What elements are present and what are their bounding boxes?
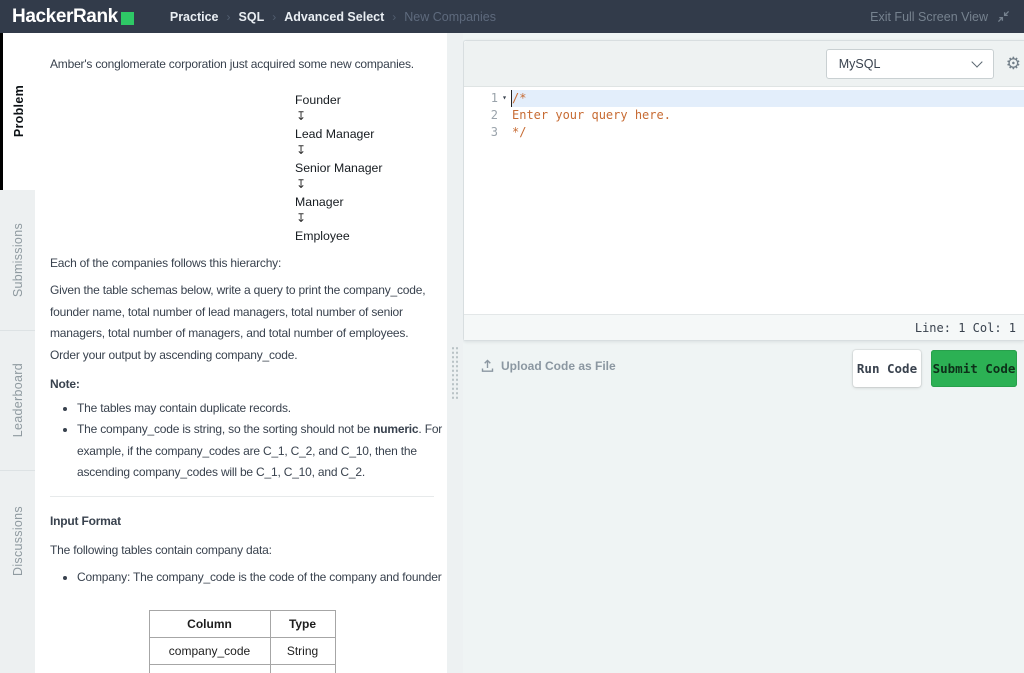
breadcrumb: Practice › SQL › Advanced Select › New C… [166, 10, 500, 24]
editor-status-bar: Line: 1 Col: 1 [464, 314, 1024, 340]
settings-gear-icon[interactable]: ⚙ [1006, 55, 1021, 72]
note-text: The tables may contain duplicate records… [77, 401, 291, 415]
hierarchy-level: Employee [295, 229, 434, 244]
tab-problem[interactable]: Problem [0, 33, 35, 190]
note-text: The company_code is string, so the sorti… [77, 419, 434, 441]
upload-icon [481, 359, 494, 373]
schema-table: Column Type company_code String founder … [149, 610, 336, 673]
hackerrank-logo[interactable]: HackerRank [12, 0, 134, 33]
breadcrumb-separator-icon: › [272, 10, 276, 24]
run-code-button[interactable]: Run Code [853, 350, 921, 387]
editor-toolbar: MySQL ⚙ [464, 41, 1024, 87]
down-arrow-icon: ↧ [296, 212, 434, 225]
fold-caret-spacer [498, 107, 511, 124]
down-arrow-icon: ↧ [296, 110, 434, 123]
tab-leaderboard[interactable]: Leaderboard [0, 330, 35, 470]
table-header-column: Column [149, 611, 270, 638]
breadcrumb-advanced-select[interactable]: Advanced Select [284, 10, 384, 24]
editor-region: MySQL ⚙ 1 ▾ /* 2 Enter your query here. … [463, 33, 1024, 673]
task-line: Given the table schemas below, write a q… [50, 280, 434, 302]
breadcrumb-separator-icon: › [227, 10, 231, 24]
hierarchy-level: Manager [295, 195, 434, 210]
submit-code-button[interactable]: Submit Code [931, 350, 1017, 387]
breadcrumb-new-companies: New Companies [404, 10, 496, 24]
fold-caret-icon[interactable]: ▾ [498, 90, 511, 107]
input-format-item: Company: The company_code is the code of… [77, 567, 434, 589]
upload-label: Upload Code as File [501, 359, 616, 373]
code-text: */ [511, 124, 1024, 141]
task-line: managers, total number of managers, and … [50, 323, 434, 345]
code-text: Enter your query here. [511, 107, 1024, 124]
fold-caret-spacer [498, 124, 511, 141]
problem-statement-panel: Amber's conglomerate corporation just ac… [35, 33, 447, 673]
hierarchy-caption: Each of the companies follows this hiera… [50, 253, 434, 275]
table-cell: String [270, 665, 335, 673]
note-item: The tables may contain duplicate records… [77, 398, 434, 420]
tab-leaderboard-label: Leaderboard [11, 363, 25, 437]
input-format-heading: Input Format [50, 511, 434, 533]
hierarchy-diagram: Founder ↧ Lead Manager ↧ Senior Manager … [295, 93, 434, 244]
input-format-list: Company: The company_code is the code of… [50, 567, 434, 589]
breadcrumb-sql[interactable]: SQL [239, 10, 265, 24]
section-divider [50, 496, 434, 497]
input-format-intro: The following tables contain company dat… [50, 540, 434, 562]
code-editor: MySQL ⚙ 1 ▾ /* 2 Enter your query here. … [463, 40, 1024, 341]
tab-submissions-label: Submissions [11, 223, 25, 297]
language-select-value: MySQL [839, 57, 881, 71]
code-line: 3 */ [464, 124, 1024, 141]
tab-submissions[interactable]: Submissions [0, 190, 35, 330]
exit-fullscreen-label: Exit Full Screen View [870, 10, 988, 24]
breadcrumb-separator-icon: › [392, 10, 396, 24]
cursor-position: Line: 1 Col: 1 [915, 321, 1016, 335]
top-navbar: HackerRank Practice › SQL › Advanced Sel… [0, 0, 1024, 33]
tab-discussions-label: Discussions [11, 506, 25, 576]
note-item: The company_code is string, so the sorti… [77, 419, 434, 484]
hierarchy-level: Lead Manager [295, 127, 434, 142]
table-header-row: Column Type [149, 611, 335, 638]
code-line: 1 ▾ /* [464, 90, 1024, 107]
app-root: HackerRank Practice › SQL › Advanced Sel… [0, 0, 1024, 673]
task-paragraph: Given the table schemas below, write a q… [50, 280, 434, 366]
table-header-type: Type [270, 611, 335, 638]
task-line: Order your output by ascending company_c… [50, 345, 434, 367]
logo-green-square-icon [121, 12, 134, 25]
table-row: founder String [149, 665, 335, 673]
down-arrow-icon: ↧ [296, 178, 434, 191]
drag-handle-icon [451, 346, 459, 401]
compress-icon [997, 10, 1010, 23]
task-line: founder name, total number of lead manag… [50, 302, 434, 324]
problem-intro: Amber's conglomerate corporation just ac… [50, 54, 434, 76]
language-select[interactable]: MySQL [826, 49, 994, 79]
left-tab-strip: Problem Submissions Leaderboard Discussi… [0, 33, 35, 673]
panel-resizer[interactable] [447, 33, 463, 673]
code-line: 2 Enter your query here. [464, 107, 1024, 124]
table-cell: company_code [149, 638, 270, 665]
hierarchy-level: Founder [295, 93, 434, 108]
line-number: 3 [464, 124, 498, 141]
note-list: The tables may contain duplicate records… [50, 398, 434, 484]
tab-problem-label: Problem [12, 85, 26, 137]
line-number: 2 [464, 107, 498, 124]
logo-text: HackerRank [12, 0, 118, 33]
note-text: ascending company_codes will be C_1, C_1… [77, 462, 434, 484]
chevron-down-icon [971, 56, 982, 67]
table-cell: founder [149, 665, 270, 673]
breadcrumb-practice[interactable]: Practice [170, 10, 219, 24]
line-number: 1 [464, 90, 498, 107]
note-heading: Note: [50, 374, 434, 396]
tab-discussions[interactable]: Discussions [0, 470, 35, 610]
exit-fullscreen-button[interactable]: Exit Full Screen View [870, 10, 1010, 24]
code-area[interactable]: 1 ▾ /* 2 Enter your query here. 3 */ [464, 87, 1024, 314]
note-text: example, if the company_codes are C_1, C… [77, 441, 434, 463]
input-format-text: Company: The company_code is the code of… [77, 570, 442, 584]
action-bar: Upload Code as File Run Code Submit Code [463, 346, 1024, 392]
upload-code-button[interactable]: Upload Code as File [481, 359, 616, 373]
table-row: company_code String [149, 638, 335, 665]
code-text: /* [511, 90, 1024, 107]
table-cell: String [270, 638, 335, 665]
down-arrow-icon: ↧ [296, 144, 434, 157]
hierarchy-level: Senior Manager [295, 161, 434, 176]
